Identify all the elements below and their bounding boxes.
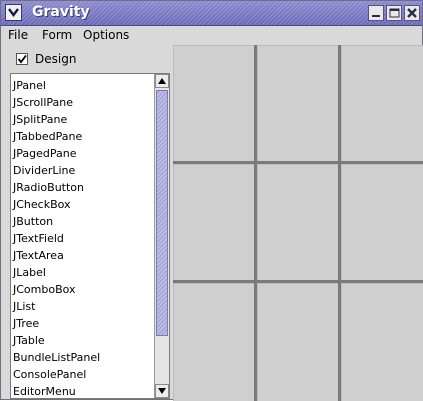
list-item[interactable]: JComboBox bbox=[13, 281, 153, 298]
arrow-down-icon bbox=[158, 388, 166, 394]
window-menu-button[interactable] bbox=[5, 4, 22, 21]
grid-cell[interactable] bbox=[257, 45, 338, 161]
grid-cell[interactable] bbox=[341, 164, 423, 280]
maximize-icon bbox=[389, 8, 400, 18]
list-item[interactable]: ConsolePanel bbox=[13, 366, 153, 383]
list-item[interactable]: JLabel bbox=[13, 264, 153, 281]
chevron-down-icon bbox=[8, 8, 19, 17]
list-item[interactable]: DividerLine bbox=[13, 162, 153, 179]
minimize-icon bbox=[372, 15, 380, 17]
list-item[interactable]: JScrollPane bbox=[13, 94, 153, 111]
grid-cell[interactable] bbox=[257, 283, 338, 401]
list-item[interactable]: JTree bbox=[13, 315, 153, 332]
menu-form[interactable]: Form bbox=[42, 28, 72, 42]
scroll-up-button[interactable] bbox=[155, 74, 169, 88]
list-item[interactable]: JTextField bbox=[13, 230, 153, 247]
list-item[interactable]: JButton bbox=[13, 213, 153, 230]
close-icon bbox=[407, 8, 417, 18]
scroll-thumb[interactable] bbox=[156, 90, 168, 336]
list-item[interactable]: JRadioButton bbox=[13, 179, 153, 196]
list-item[interactable]: JPanel bbox=[13, 77, 153, 94]
gravity-window: Gravity File Form Options Design JPanel … bbox=[0, 0, 423, 401]
component-list-items: JPanel JScrollPane JSplitPane JTabbedPane JP… bbox=[13, 77, 153, 398]
vertical-scrollbar[interactable] bbox=[154, 74, 169, 398]
grid-cell[interactable] bbox=[257, 164, 338, 280]
design-grid bbox=[173, 45, 423, 401]
minimize-button[interactable] bbox=[368, 5, 384, 21]
grid-cell[interactable] bbox=[173, 283, 254, 401]
list-item[interactable]: JTable bbox=[13, 332, 153, 349]
design-label: Design bbox=[35, 52, 77, 66]
list-item[interactable]: BundleListPanel bbox=[13, 349, 153, 366]
list-item[interactable]: JCheckBox bbox=[13, 196, 153, 213]
window-title: Gravity bbox=[32, 4, 90, 20]
menu-options[interactable]: Options bbox=[83, 28, 129, 42]
list-item[interactable]: JPagedPane bbox=[13, 145, 153, 162]
menu-bar: File Form Options bbox=[2, 27, 422, 47]
grid-cell[interactable] bbox=[341, 283, 423, 401]
list-item[interactable]: JSplitPane bbox=[13, 111, 153, 128]
list-item[interactable]: EditorMenu bbox=[13, 383, 153, 398]
grid-cell[interactable] bbox=[173, 45, 254, 161]
menu-file[interactable]: File bbox=[8, 28, 28, 42]
component-list: JPanel JScrollPane JSplitPane JTabbedPane JP… bbox=[10, 73, 170, 399]
grid-cell[interactable] bbox=[341, 45, 423, 161]
close-button[interactable] bbox=[404, 5, 420, 21]
list-item[interactable]: JList bbox=[13, 298, 153, 315]
title-bar[interactable]: Gravity bbox=[1, 1, 422, 26]
grid-cell[interactable] bbox=[173, 164, 254, 280]
arrow-up-icon bbox=[158, 78, 166, 84]
checkmark-icon bbox=[17, 54, 27, 64]
list-item[interactable]: JTabbedPane bbox=[13, 128, 153, 145]
design-checkbox[interactable] bbox=[16, 53, 28, 65]
list-item[interactable]: JTextArea bbox=[13, 247, 153, 264]
maximize-button[interactable] bbox=[386, 5, 402, 21]
scroll-down-button[interactable] bbox=[155, 384, 169, 398]
